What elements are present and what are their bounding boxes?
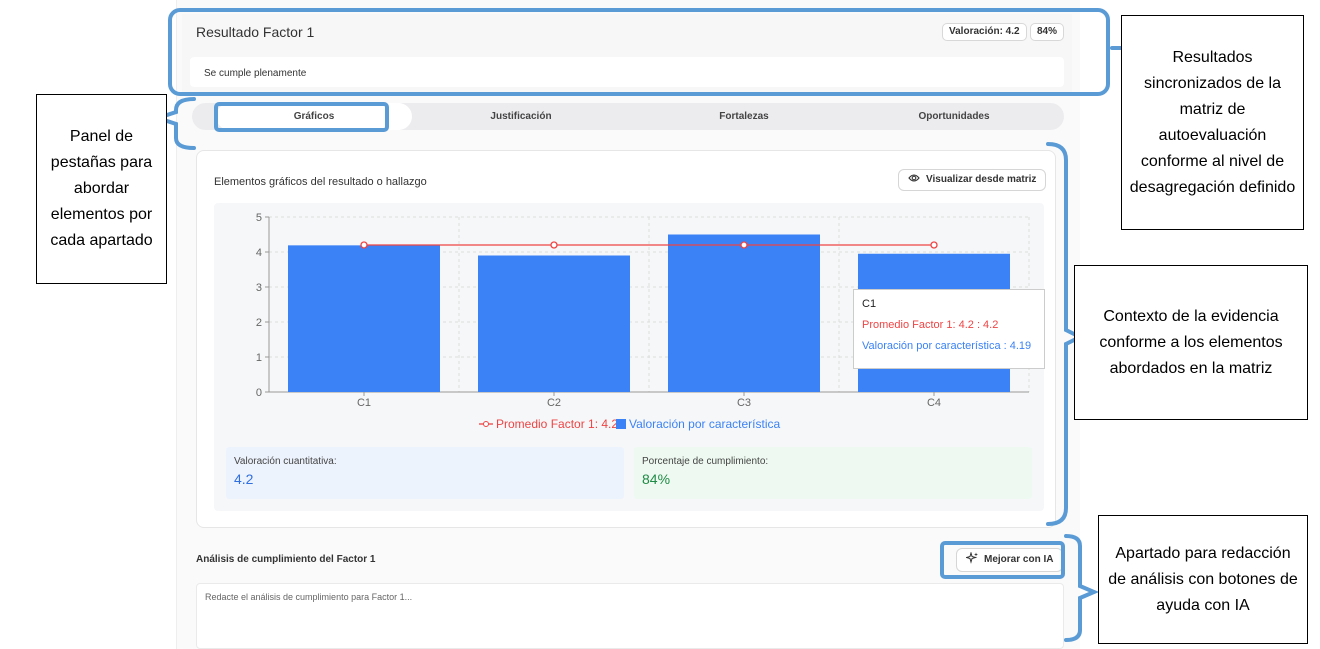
promedio-point	[550, 241, 558, 249]
y-tick-label: 5	[256, 212, 262, 224]
y-tick-label: 2	[256, 317, 262, 329]
stat-cuantitativa: Valoración cuantitativa: 4.2	[226, 447, 624, 499]
tooltip-line-valoracion: Valoración por característica : 4.19	[862, 340, 1032, 352]
y-tick-label: 1	[256, 352, 262, 364]
bar-c1	[288, 245, 440, 392]
x-tick-label: C4	[927, 397, 941, 409]
y-tick-label: 4	[256, 247, 262, 259]
bar-c2	[478, 255, 630, 392]
legend-valoracion: Valoración por característica	[629, 417, 781, 431]
promedio-point	[930, 241, 938, 249]
chart-tooltip: C1 Promedio Factor 1: 4.2 : 4.2 Valoraci…	[853, 289, 1045, 369]
stat-porcentaje-label: Porcentaje de cumplimiento:	[642, 456, 769, 467]
tab-justificacion[interactable]: Justificación	[412, 103, 630, 130]
legend-bar-swatch	[616, 419, 626, 429]
y-tick-label: 3	[256, 282, 262, 294]
graphics-panel-title: Elementos gráficos del resultado o halla…	[214, 176, 427, 188]
analysis-textarea[interactable]: Redacte el análisis de cumplimiento para…	[196, 583, 1064, 649]
stat-porcentaje: Porcentaje de cumplimiento: 84%	[634, 447, 1032, 499]
highlight-graficos-tab	[214, 102, 389, 132]
visualize-matrix-label: Visualizar desde matriz	[926, 174, 1037, 185]
analysis-title: Análisis de cumplimiento del Factor 1	[196, 554, 376, 565]
highlight-results-header	[168, 8, 1110, 96]
x-tick-label: C3	[737, 397, 751, 409]
x-tick-label: C2	[547, 397, 561, 409]
callout-results-sync: Resultados sincronizados de la matriz de…	[1121, 15, 1304, 230]
x-tick-label: C1	[357, 397, 371, 409]
legend-line-marker	[483, 421, 489, 427]
y-tick-label: 0	[256, 387, 262, 399]
stat-porcentaje-value: 84%	[642, 471, 671, 487]
callout-tabs-panel: Panel de pestañas para abordar elementos…	[36, 94, 167, 284]
tooltip-line-promedio: Promedio Factor 1: 4.2 : 4.2	[862, 319, 999, 331]
callout-analysis-section: Apartado para redacción de análisis con …	[1098, 515, 1308, 644]
stat-cuantitativa-label: Valoración cuantitativa:	[234, 456, 337, 467]
bar-c3	[668, 234, 820, 392]
visualize-matrix-button[interactable]: Visualizar desde matriz	[898, 169, 1047, 191]
highlight-improve-button	[940, 541, 1065, 579]
promedio-point	[360, 241, 368, 249]
stat-cuantitativa-value: 4.2	[234, 471, 254, 487]
tooltip-category: C1	[862, 298, 877, 310]
eye-icon	[908, 174, 920, 182]
tab-fortalezas[interactable]: Fortalezas	[630, 103, 858, 130]
callout-evidence-context: Contexto de la evidencia conforme a los …	[1074, 265, 1308, 420]
legend-promedio: Promedio Factor 1: 4.2	[496, 417, 618, 431]
tab-oportunidades[interactable]: Oportunidades	[858, 103, 1050, 130]
promedio-point	[740, 241, 748, 249]
